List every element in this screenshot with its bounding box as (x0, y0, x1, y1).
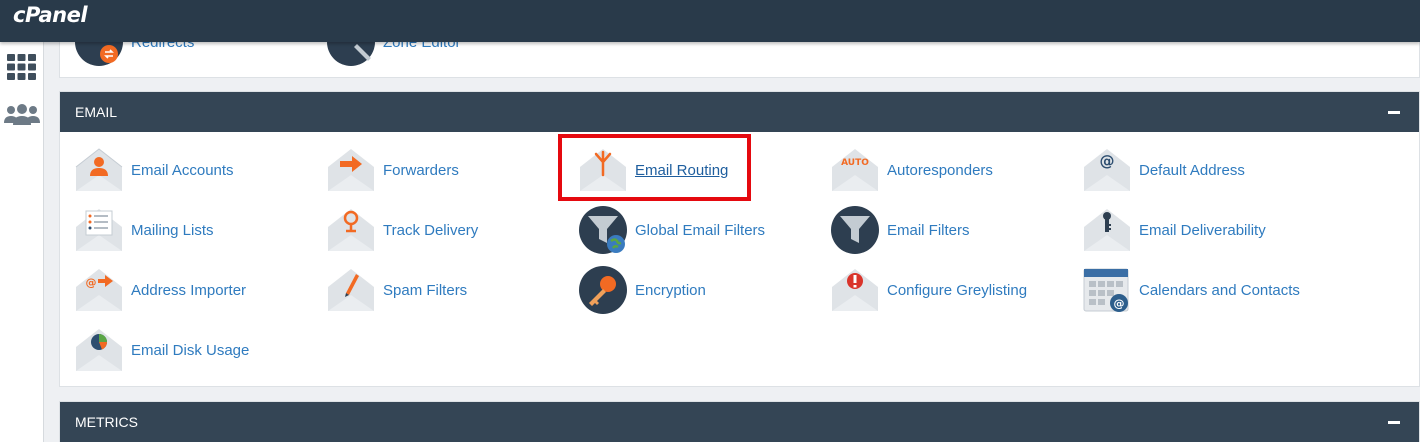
svg-text:@: @ (1114, 297, 1125, 310)
autoresponders-icon: AUTO (832, 149, 878, 191)
global-email-filters-item[interactable]: Global Email Filters (578, 205, 765, 255)
email-disk-usage-item[interactable]: Email Disk Usage (74, 325, 249, 375)
email-routing-icon (580, 149, 626, 191)
metrics-section-title: METRICS (75, 414, 138, 430)
collapse-icon[interactable] (1388, 111, 1400, 114)
zone-editor-icon (327, 42, 375, 66)
track-delivery-item[interactable]: Track Delivery (326, 205, 478, 255)
spam-filters-item[interactable]: Spam Filters (326, 265, 467, 315)
forwarders-icon (328, 149, 374, 191)
svg-text:@: @ (1100, 152, 1115, 170)
metrics-section-header[interactable]: METRICS (60, 402, 1419, 442)
email-section-header[interactable]: EMAIL (60, 92, 1419, 132)
configure-greylisting-item[interactable]: Configure Greylisting (830, 265, 1027, 315)
default-address-item[interactable]: @ Default Address (1082, 145, 1245, 195)
email-deliverability-icon (1084, 209, 1130, 251)
forwarders-item[interactable]: Forwarders (326, 145, 459, 195)
address-importer-icon: @ (76, 269, 122, 311)
svg-text:@: @ (86, 276, 97, 289)
redirects-item[interactable]: Redirects (74, 42, 194, 67)
autoresponders-item[interactable]: AUTO Autoresponders (830, 145, 993, 195)
address-importer-item[interactable]: @ Address Importer (74, 265, 246, 315)
grid-icon[interactable] (7, 54, 36, 84)
mailing-lists-item[interactable]: Mailing Lists (74, 205, 214, 255)
email-section: EMAIL Email Accounts Forwarders Email Ro… (59, 91, 1420, 387)
top-navbar: cPanel (0, 0, 1420, 42)
encryption-item[interactable]: Encryption (578, 265, 706, 315)
track-delivery-icon (328, 209, 374, 251)
email-accounts-item[interactable]: Email Accounts (74, 145, 234, 195)
svg-text:AUTO: AUTO (841, 158, 869, 168)
email-filters-item[interactable]: Email Filters (830, 205, 970, 255)
email-accounts-icon (75, 148, 123, 191)
encryption-icon (579, 266, 627, 314)
email-deliverability-item[interactable]: Email Deliverability (1082, 205, 1266, 255)
greylisting-icon (832, 269, 878, 311)
domains-section-partial: Redirects Zone Editor (59, 42, 1420, 78)
sidebar (0, 42, 44, 442)
email-section-title: EMAIL (75, 104, 118, 120)
collapse-icon[interactable] (1388, 421, 1400, 424)
email-filters-icon (831, 206, 879, 254)
calendars-contacts-item[interactable]: @ Calendars and Contacts (1082, 265, 1300, 315)
cpanel-logo[interactable]: cPanel (13, 3, 88, 27)
users-icon[interactable] (4, 104, 40, 130)
metrics-section: METRICS (59, 401, 1420, 442)
email-routing-item[interactable]: Email Routing (578, 145, 728, 195)
redirects-icon (75, 42, 123, 66)
main-content: Redirects Zone Editor EMAIL Email Accoun… (44, 42, 1420, 442)
email-disk-usage-icon (76, 329, 122, 371)
global-email-filters-icon (579, 206, 627, 254)
default-address-icon: @ (1084, 149, 1130, 191)
zone-editor-item[interactable]: Zone Editor (326, 42, 461, 67)
mailing-lists-icon (76, 209, 122, 251)
spam-filters-icon (328, 269, 374, 311)
calendars-contacts-icon: @ (1083, 268, 1129, 312)
